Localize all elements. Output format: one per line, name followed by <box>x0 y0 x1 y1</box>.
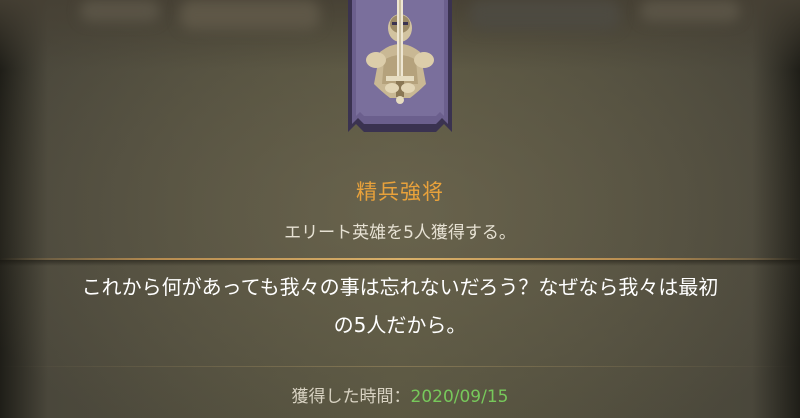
footer-divider <box>0 366 800 367</box>
blurred-background-item <box>470 0 620 30</box>
description-line: これから何があっても我々の事は忘れないだろう？なぜなら我々は最初 <box>81 275 719 299</box>
achievement-subtitle: エリート英雄を5人獲得する。 <box>284 223 516 243</box>
achievement-title: 精兵強将 <box>356 180 444 204</box>
blurred-background-item <box>640 0 740 22</box>
obtained-date: 2020/09/15 <box>410 387 509 407</box>
obtained-time: 獲得した時間：2020/09/15 <box>0 382 800 407</box>
knight-with-sword-icon <box>348 0 452 132</box>
description-line: の5人だから。 <box>333 313 467 337</box>
divider-shadow <box>0 260 800 266</box>
blurred-background-item <box>80 0 160 22</box>
blurred-background-item <box>180 0 320 30</box>
achievement-description: これから何があっても我々の事は忘れないだろう？なぜなら我々は最初 の5人だから。 <box>10 268 790 344</box>
obtained-label: 獲得した時間： <box>291 387 411 407</box>
